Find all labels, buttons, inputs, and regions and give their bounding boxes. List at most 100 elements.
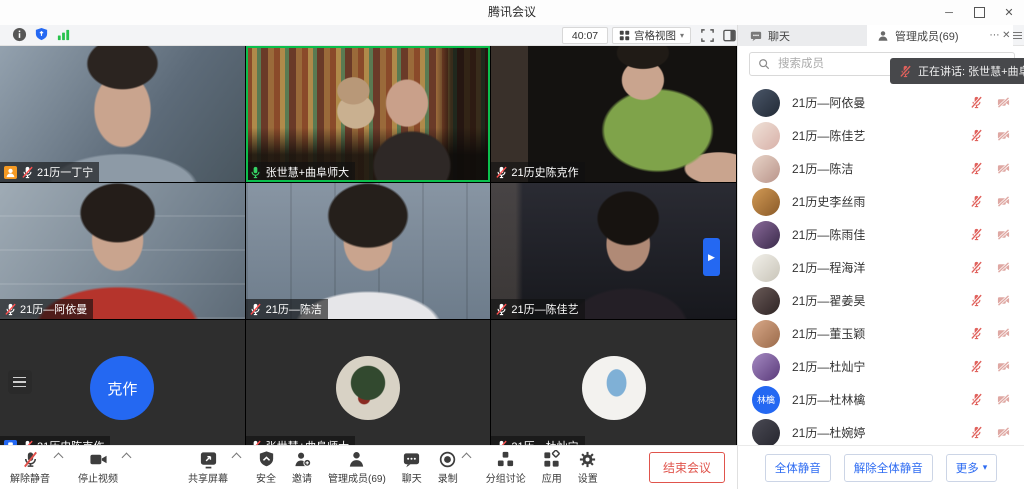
camera-off-icon[interactable] [996,393,1010,407]
fullscreen-icon[interactable] [700,28,715,43]
video-tile[interactable]: 21历—杜灿宁 [491,320,737,445]
info-icon[interactable] [12,27,27,42]
minimize-button[interactable]: ─ [934,0,964,25]
video-grid: 21历—杜灿宁 张世慧+曲阜师大 克作 21历史陈克作 21历—陈佳艺 [0,46,737,445]
view-mode-select[interactable]: 宫格视图 ▾ [612,27,691,44]
video-tile[interactable]: 21历史陈克作 [491,46,737,183]
titlebar: 腾讯会议 ─ ✕ [0,0,1024,25]
participant-name: 21历—阿依曼 [20,301,87,317]
close-button[interactable]: ✕ [994,0,1024,25]
toolbar-camera-button[interactable]: 停止视频 [78,450,118,485]
network-signal-icon[interactable] [56,27,71,42]
member-status-icons [969,228,1010,242]
shield-icon [257,450,276,469]
member-row[interactable]: 21历—陈洁 [738,152,1024,185]
maximize-button[interactable] [964,0,994,25]
mute-all-button[interactable]: 全体静音 ▾ [765,454,831,482]
members-icon [347,450,366,469]
member-avatar [752,188,780,216]
camera-off-icon[interactable] [996,129,1010,143]
expand-caret-icon[interactable] [123,454,130,461]
camera-off-icon[interactable] [996,426,1010,440]
toolbar-record-button[interactable]: 录制 [438,450,458,485]
mic-muted-icon[interactable] [969,195,983,209]
video-tile[interactable]: 21历一丁宁 [0,46,246,183]
close-panel-icon[interactable]: ✕ [1002,30,1010,41]
toolbar-share-screen-button[interactable]: 共享屏幕 [188,450,228,485]
window-title: 腾讯会议 [0,0,1024,25]
video-tile[interactable]: 21历—陈洁 [246,183,492,320]
member-row[interactable]: 21历—陈雨佳 [738,218,1024,251]
invite-icon [293,450,312,469]
camera-off-icon[interactable] [996,195,1010,209]
camera-off-icon[interactable] [996,96,1010,110]
member-row[interactable]: 21历—杜灿宁 [738,350,1024,383]
member-row[interactable]: 林檎 21历—杜林檎 [738,383,1024,416]
toolbar-invite-button[interactable]: 邀请 [292,450,312,485]
menu-icon[interactable] [1013,25,1024,46]
member-row[interactable]: 21历—翟姜昊 [738,284,1024,317]
expand-caret-icon[interactable] [55,454,62,461]
member-row[interactable]: 21历—董玉颖 [738,317,1024,350]
tab-chat[interactable]: 聊天 [737,25,867,46]
camera-off-icon[interactable] [996,360,1010,374]
toolbar-chat-button[interactable]: 聊天 [402,450,422,485]
toolbar-members-button[interactable]: 管理成员(69) [328,450,386,485]
member-row[interactable]: 21历史李丝雨 [738,185,1024,218]
mic-muted-icon[interactable] [969,294,983,308]
mic-muted-icon[interactable] [969,360,983,374]
video-tile[interactable]: 21历—阿依曼 [0,183,246,320]
mic-muted-icon[interactable] [969,228,983,242]
settings-icon [578,450,597,469]
toolbar-shield-button[interactable]: 安全 [256,450,276,485]
more-actions-button[interactable]: 更多 ▾ [946,454,998,482]
member-row[interactable]: 21历—陈佳艺 [738,119,1024,152]
toolbar-breakout-button[interactable]: 分组讨论 [486,450,526,485]
more-options-icon[interactable]: ⋯ [990,30,1000,41]
mic-status-icon [494,302,508,316]
mic-muted-icon[interactable] [969,129,983,143]
mic-muted-icon[interactable] [969,96,983,110]
mic-muted-icon[interactable] [969,261,983,275]
chat-icon [750,30,762,42]
camera-off-icon[interactable] [996,294,1010,308]
tab-members[interactable]: 管理成员(69) [867,25,987,46]
toolbar-settings-button[interactable]: 设置 [578,450,598,485]
end-meeting-button[interactable]: 结束会议 [649,452,725,483]
mic-off-icon [21,450,40,469]
video-tile[interactable]: 张世慧+曲阜师大 [246,46,492,183]
video-tile[interactable]: 21历—陈佳艺 [491,183,737,320]
list-view-toggle[interactable] [8,370,32,394]
speaking-toast: 正在讲话: 张世慧+曲阜师大 [890,58,1024,84]
side-panel-toggle-icon[interactable] [722,28,737,43]
member-name: 21历—董玉颖 [792,325,969,342]
expand-caret-icon[interactable] [233,454,240,461]
security-shield-icon[interactable] [34,27,49,42]
mic-muted-icon[interactable] [969,327,983,341]
member-list[interactable]: 21历—阿依曼 21历—陈佳艺 21历—陈洁 21历史李丝雨 21历—陈雨佳 [738,86,1024,445]
video-tile[interactable]: 张世慧+曲阜师大 [246,320,492,445]
camera-off-icon[interactable] [996,228,1010,242]
video-tile[interactable]: 克作 21历史陈克作 [0,320,246,445]
mic-status-icon [494,165,508,179]
camera-off-icon[interactable] [996,162,1010,176]
toolbar-apps-button[interactable]: 应用 [542,450,562,485]
unmute-all-button[interactable]: 解除全体静音 ▾ [844,454,933,482]
member-row[interactable]: 21历—程海洋 [738,251,1024,284]
next-page-arrow[interactable]: ▶ [703,238,720,276]
member-avatar [752,254,780,282]
meeting-toolbar: 解除静音 停止视频 共享屏幕 安全 邀请 管理成员(69) 聊天 录制 分组讨论… [0,445,737,489]
participant-name-label: 张世慧+曲阜师大 [246,436,355,445]
member-name: 21历—陈佳艺 [792,127,969,144]
expand-caret-icon[interactable] [463,454,470,461]
member-row[interactable]: 21历—杜婉婷 [738,416,1024,445]
speaking-toast-text: 正在讲话: 张世慧+曲阜师大 [918,63,1024,79]
mic-muted-icon[interactable] [969,426,983,440]
camera-off-icon[interactable] [996,261,1010,275]
mic-muted-icon[interactable] [969,393,983,407]
mic-muted-icon[interactable] [969,162,983,176]
participant-name: 21历一丁宁 [37,164,93,180]
camera-off-icon[interactable] [996,327,1010,341]
toolbar-mic-off-button[interactable]: 解除静音 [10,450,50,485]
member-row[interactable]: 21历—阿依曼 [738,86,1024,119]
